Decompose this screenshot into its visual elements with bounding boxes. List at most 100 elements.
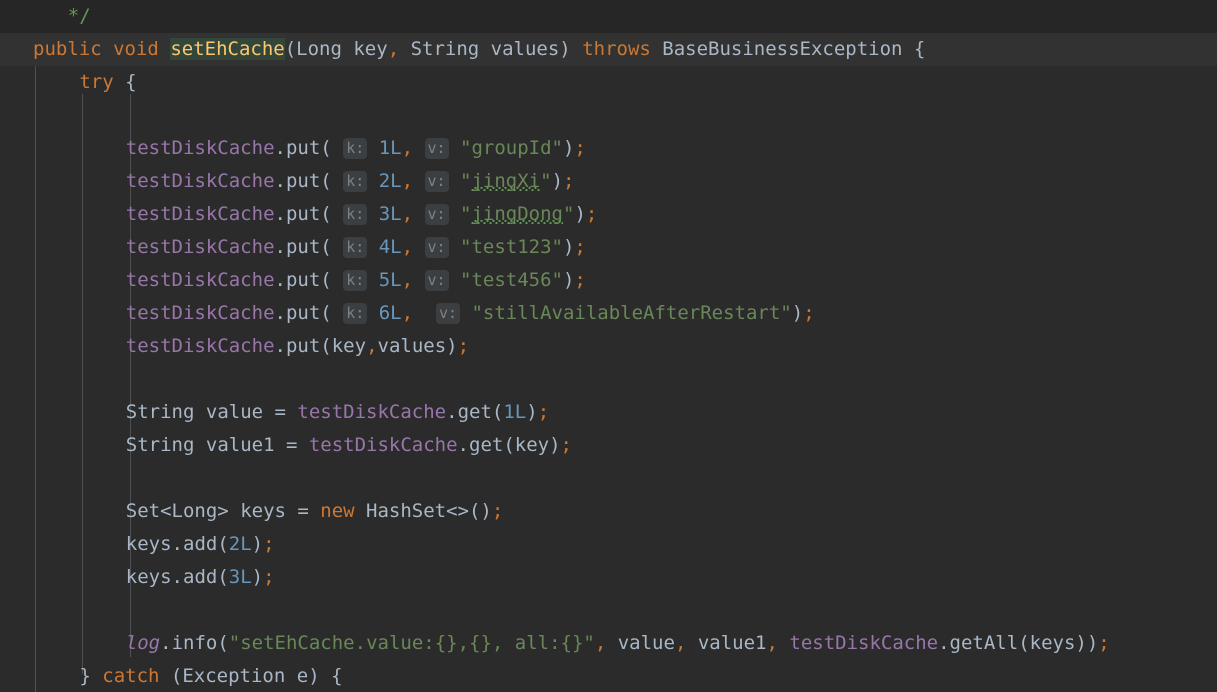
code-line[interactable]	[0, 363, 1217, 396]
code-line-text: public void setEhCache(Long key, String …	[0, 33, 925, 66]
code-line[interactable]: try {	[0, 66, 1217, 99]
highlighted-identifier: setEhCache	[170, 38, 285, 60]
parameter-hint-chip: k:	[343, 237, 368, 258]
code-line[interactable]: keys.add(3L);	[0, 561, 1217, 594]
code-token: 1L	[378, 137, 402, 159]
code-token: 4L	[378, 236, 402, 258]
code-token: value1 =	[194, 434, 309, 456]
code-token: put	[285, 335, 321, 357]
code-line[interactable]: testDiskCache.put( k: 1L, v: "groupId");	[0, 132, 1217, 165]
code-token: keys.	[125, 533, 183, 555]
code-line[interactable]: } catch (Exception e) {	[0, 660, 1217, 692]
code-line[interactable]: */	[0, 0, 1217, 33]
code-line[interactable]	[0, 462, 1217, 495]
code-token: "groupId"	[460, 137, 563, 159]
code-line[interactable]: testDiskCache.put( k: 5L, v: "test456");	[0, 264, 1217, 297]
code-token: put	[285, 302, 321, 324]
code-token: keys.	[125, 566, 183, 588]
code-token: .	[274, 137, 286, 159]
code-token: log	[125, 632, 161, 654]
code-line-text: testDiskCache.put( k: 3L, v: "jingDong")…	[0, 198, 597, 232]
code-token: {	[113, 71, 137, 93]
code-token: public	[33, 38, 102, 60]
code-token: }	[79, 665, 103, 687]
code-line-text: testDiskCache.put(key,values);	[0, 330, 469, 363]
code-token: )	[562, 236, 575, 258]
code-token: .	[938, 632, 950, 654]
code-token: )	[574, 203, 586, 225]
code-token: 5L	[378, 269, 402, 291]
code-token: add	[183, 533, 218, 555]
code-token: ;	[585, 203, 598, 225]
code-line-text: testDiskCache.put( k: 4L, v: "test123");	[0, 231, 586, 265]
code-token: value	[606, 632, 675, 654]
code-token: values)	[377, 335, 458, 357]
code-line[interactable]: testDiskCache.put( k: 4L, v: "test123");	[0, 231, 1217, 264]
code-token: catch	[102, 665, 160, 687]
code-token: testDiskCache	[125, 203, 275, 225]
code-token: "	[460, 170, 472, 192]
code-token: "	[540, 170, 552, 192]
code-token: new	[320, 500, 355, 522]
code-token: testDiskCache	[125, 170, 275, 192]
code-token: .	[274, 269, 286, 291]
code-token: .	[274, 170, 286, 192]
code-line[interactable]: testDiskCache.put( k: 6L, v: "stillAvail…	[0, 297, 1217, 330]
parameter-hint-chip: k:	[343, 204, 368, 225]
parameter-hint-chip: v:	[424, 171, 449, 192]
code-token: (	[320, 137, 344, 159]
code-token: ;	[263, 566, 275, 588]
code-token: HashSet<>()	[354, 500, 492, 522]
code-token: (key)	[503, 434, 561, 456]
parameter-hint-chip: k:	[343, 138, 368, 159]
code-token: ;	[563, 170, 575, 192]
code-content[interactable]: */public void setEhCache(Long key, Strin…	[0, 0, 1217, 692]
code-editor[interactable]: */public void setEhCache(Long key, Strin…	[0, 0, 1217, 692]
code-token: ;	[560, 434, 572, 456]
code-line[interactable]: testDiskCache.put( k: 3L, v: "jingDong")…	[0, 198, 1217, 231]
code-token: ;	[574, 236, 586, 258]
code-token: put	[285, 269, 321, 291]
code-line[interactable]: public void setEhCache(Long key, String …	[0, 33, 1217, 66]
code-line[interactable]: String value = testDiskCache.get(1L);	[0, 396, 1217, 429]
code-line[interactable]: testDiskCache.put(key,values);	[0, 330, 1217, 363]
code-token: )	[551, 170, 564, 192]
code-token: .	[274, 302, 286, 324]
code-line[interactable]: keys.add(2L);	[0, 528, 1217, 561]
code-token: put	[285, 137, 321, 159]
code-line-text: String value1 = testDiskCache.get(key);	[0, 429, 572, 462]
code-token: ,	[674, 632, 687, 654]
code-token: value =	[194, 401, 298, 423]
code-line[interactable]: testDiskCache.put( k: 2L, v: "jingXi");	[0, 165, 1217, 198]
code-token: void	[113, 38, 159, 60]
code-line[interactable]: Set<Long> keys = new HashSet<>();	[0, 495, 1217, 528]
parameter-hint-chip: v:	[424, 237, 449, 258]
parameter-hint-chip: k:	[343, 270, 368, 291]
code-line[interactable]	[0, 594, 1217, 627]
code-line-text: testDiskCache.put( k: 6L, v: "stillAvail…	[0, 297, 815, 331]
code-token: value1	[686, 632, 767, 654]
code-token: (	[320, 236, 344, 258]
code-token: )	[562, 137, 575, 159]
parameter-hint-chip: k:	[343, 171, 368, 192]
code-token: "	[562, 203, 575, 225]
code-token: ;	[537, 401, 550, 423]
code-token: "stillAvailableAfterRestart"	[471, 302, 792, 324]
code-line[interactable]: log.info("setEhCache.value:{},{}, all:{}…	[0, 627, 1217, 660]
code-token: (	[284, 38, 297, 60]
code-token: )	[251, 533, 264, 555]
code-token: ;	[574, 269, 586, 291]
code-token: .	[457, 434, 469, 456]
code-token: get	[457, 401, 492, 423]
code-line[interactable]: String value1 = testDiskCache.get(key);	[0, 429, 1217, 462]
code-token: BaseBusinessException {	[650, 38, 926, 60]
code-line[interactable]	[0, 99, 1217, 132]
